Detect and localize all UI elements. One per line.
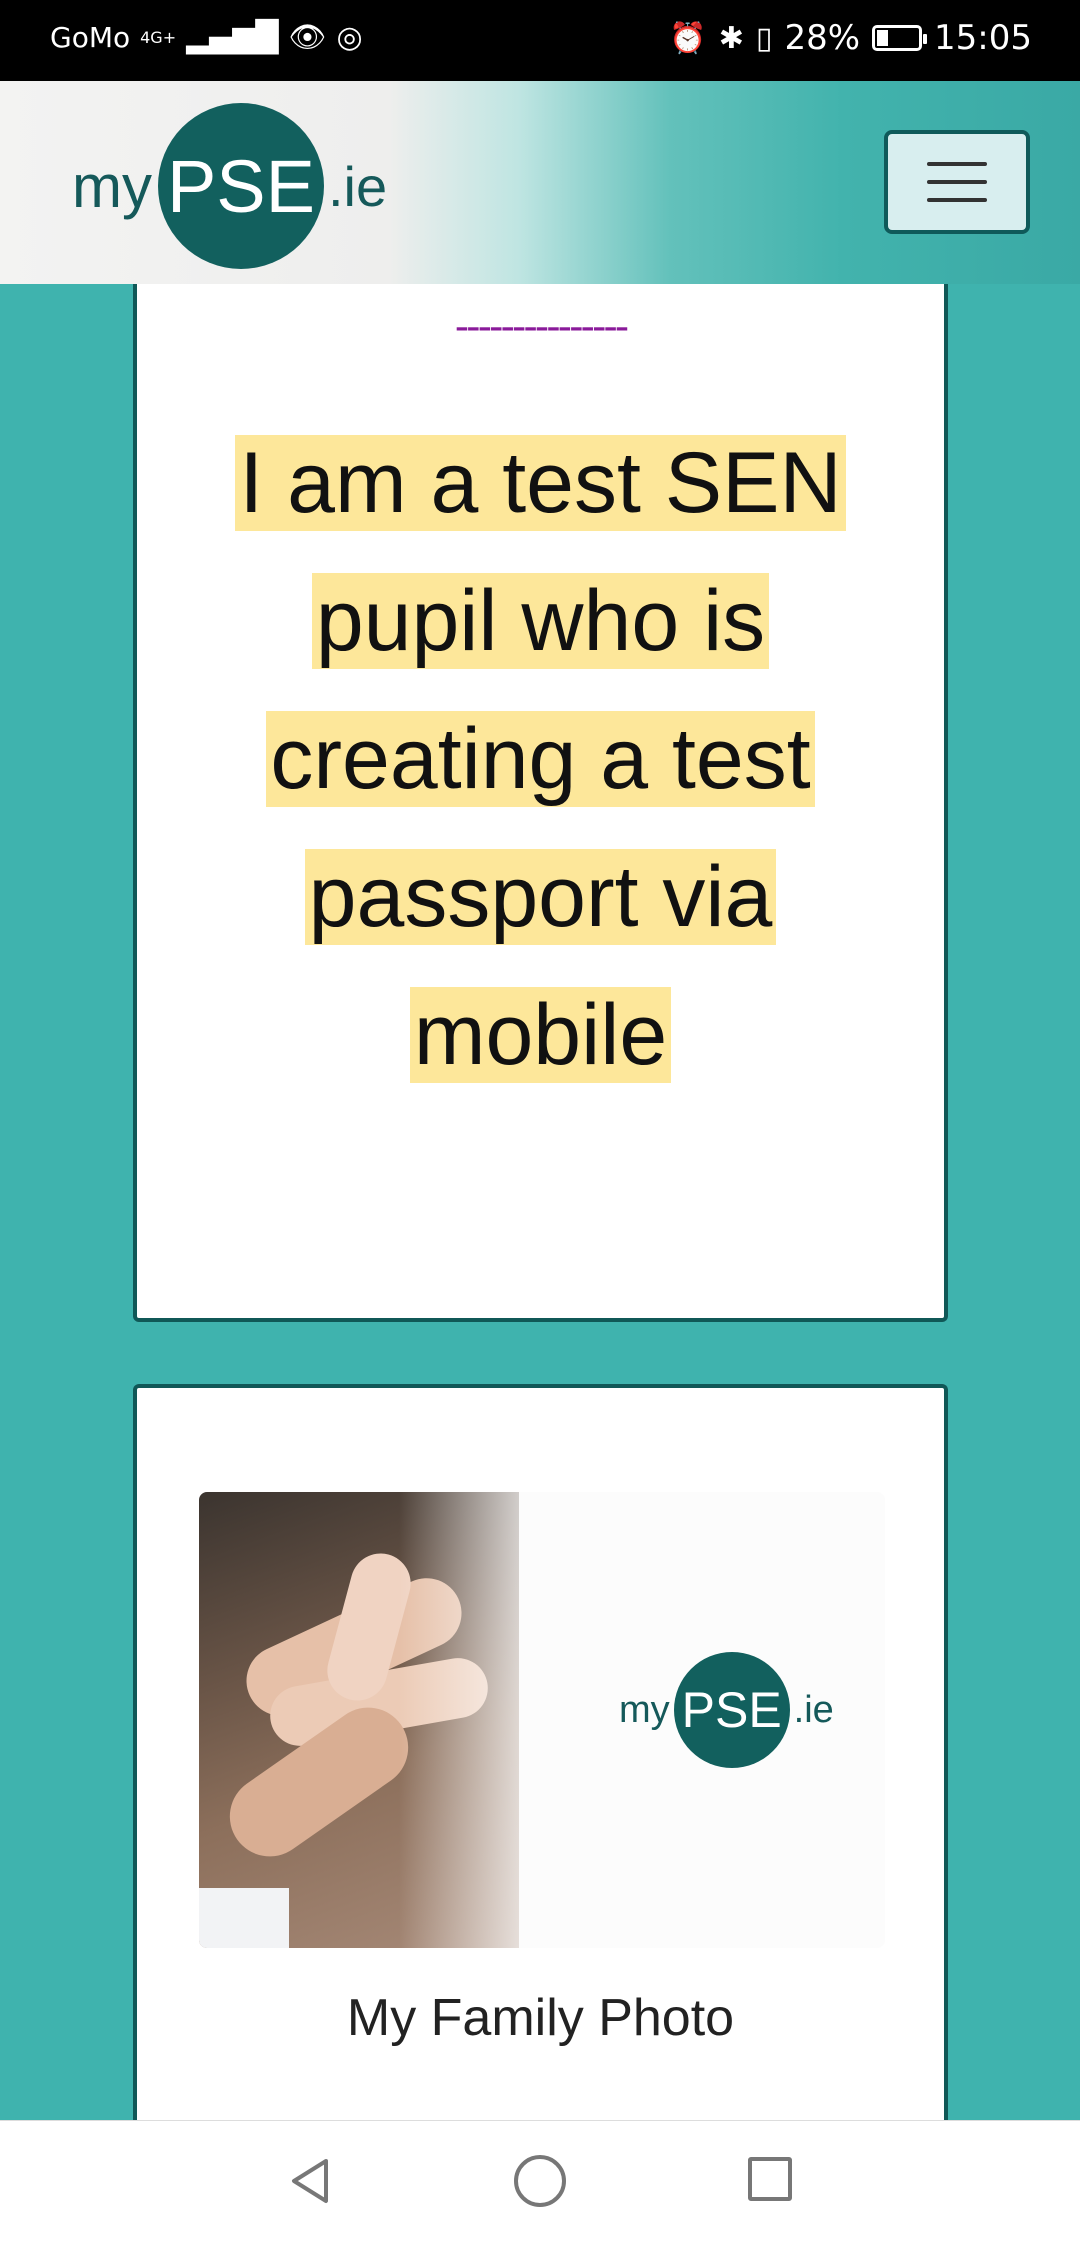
hamburger-menu-icon — [927, 162, 987, 166]
hamburger-menu-button[interactable] — [884, 130, 1030, 234]
hamburger-menu-icon — [927, 198, 987, 202]
bio-statement: I am a test SEN pupil who is creating a … — [235, 435, 846, 1083]
recent-apps-icon[interactable] — [748, 2157, 792, 2201]
bluetooth-icon: ✱ — [718, 20, 744, 56]
vibrate-icon: ▯ — [755, 20, 773, 56]
logo-circle: PSE — [157, 103, 324, 269]
hamburger-menu-icon — [927, 180, 987, 184]
photo-caption: My Family Photo — [346, 1989, 735, 2047]
carrier-label: GoMo — [50, 21, 131, 54]
shirt-sleeve — [199, 1888, 289, 1948]
network-type: 4G+ — [140, 28, 177, 47]
bio-card: --------------- I am a test SEN pupil wh… — [133, 284, 948, 1322]
alarm-icon: ⏰ — [669, 20, 707, 56]
hotspot-icon: ◎ — [336, 20, 363, 55]
battery-icon — [872, 25, 928, 51]
photo-logo-circle: PSE — [673, 1652, 790, 1768]
clock: 15:05 — [934, 18, 1032, 58]
back-icon[interactable] — [286, 2157, 334, 2205]
battery-percent: 28% — [784, 18, 861, 58]
family-photo[interactable]: my PSE .ie — [199, 1492, 885, 1948]
site-header: my PSE .ie — [0, 81, 1080, 284]
logo-my-text: my — [72, 152, 152, 220]
eye-icon: 👁 — [288, 20, 327, 55]
system-nav-bar — [0, 2120, 1080, 2241]
battery-fill — [877, 30, 889, 46]
status-bar: GoMo 4G+ ▂▄▆█ 👁 ◎ ⏰ ✱ ▯ 28% 15:05 — [0, 0, 1080, 81]
logo-ie-text: .ie — [327, 154, 388, 218]
photo-logo-ie-text: .ie — [793, 1688, 834, 1731]
photo-mypse-logo: my PSE .ie — [619, 1652, 834, 1768]
photo-card: my PSE .ie My Family Photo — [133, 1384, 948, 2144]
logo-pse-text: PSE — [166, 144, 316, 228]
photo-logo-my-text: my — [619, 1688, 670, 1731]
photo-logo-pse-text: PSE — [681, 1682, 782, 1738]
mypse-logo[interactable]: my PSE .ie — [72, 101, 387, 271]
home-icon[interactable] — [514, 2155, 566, 2207]
signal-icon: ▂▄▆█ — [186, 20, 279, 55]
dash-divider: --------------- — [454, 304, 630, 350]
